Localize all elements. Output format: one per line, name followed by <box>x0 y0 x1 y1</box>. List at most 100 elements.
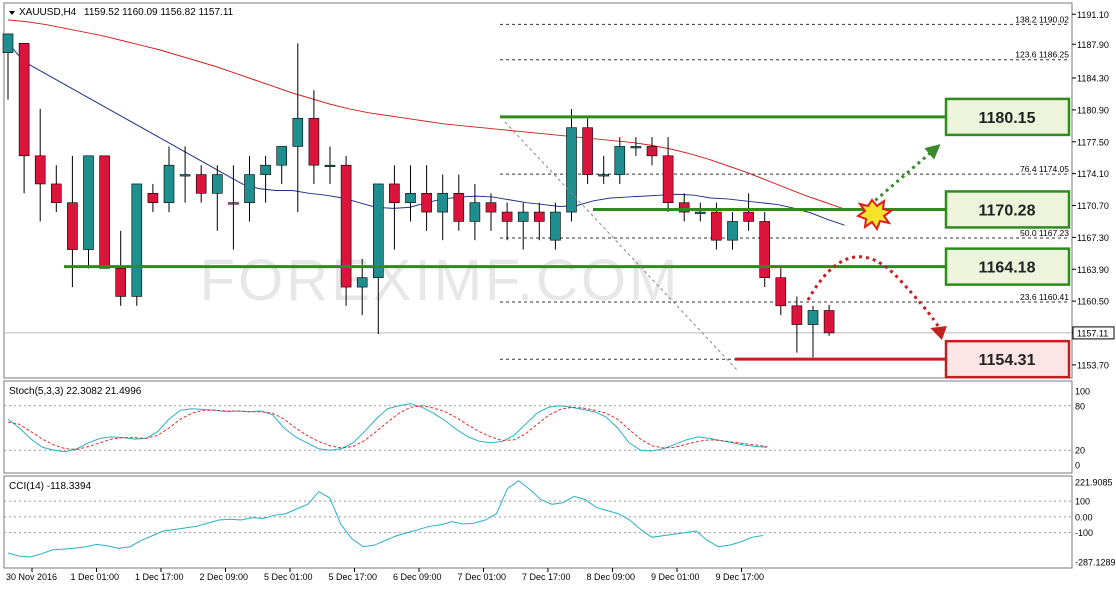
stoch-panel-frame <box>3 380 1073 474</box>
candle-body <box>244 174 255 203</box>
candle-body <box>614 146 626 175</box>
x-tick-label: 7 Dec 01:00 <box>458 572 507 582</box>
fib-level-label: 76.4 1174.05 <box>1020 164 1069 174</box>
x-tick-label: 5 Dec 17:00 <box>329 572 378 582</box>
candle-body <box>437 193 449 213</box>
stoch-tick-label: 100 <box>1075 387 1090 397</box>
candle-body <box>727 221 738 241</box>
candle-body <box>791 305 803 325</box>
candle-body <box>260 164 271 175</box>
candle-body <box>115 268 126 297</box>
candle-body <box>823 310 835 334</box>
candle-body <box>743 211 754 222</box>
candle-body <box>807 310 819 325</box>
candle <box>131 183 143 306</box>
candle-body <box>630 146 642 149</box>
x-tick-label: 8 Dec 09:00 <box>587 572 636 582</box>
candle-body <box>163 164 175 203</box>
x-tick-label: 7 Dec 17:00 <box>522 572 571 582</box>
price-tick-label: 1160.50 <box>1077 297 1109 307</box>
level-value: 1180.15 <box>979 110 1036 127</box>
x-tick-label: 2 Dec 09:00 <box>200 572 249 582</box>
candle-body <box>566 127 577 213</box>
price-tick-label: 1153.70 <box>1077 360 1109 370</box>
stoch-tick-label: 20 <box>1075 446 1085 456</box>
candle-body <box>517 211 529 222</box>
watermark-text: FOREXIMF.COM <box>200 248 681 313</box>
candle-body <box>501 211 513 222</box>
candle-body <box>775 277 787 307</box>
candle-body <box>421 193 432 213</box>
price-tick-label: 1184.30 <box>1077 74 1109 84</box>
x-tick-label: 30 Nov 2016 <box>6 572 57 582</box>
trading-chart: FOREXIMF.COM 138.2 1190.02 123.6 1186.25 7… <box>0 0 1116 588</box>
candle-body <box>453 193 465 222</box>
chart-header: XAUUSD,H4 1159.52 1160.09 1156.82 1157.1… <box>9 7 234 18</box>
ohlc-label: 1159.52 1160.09 1156.82 1157.11 <box>84 7 234 18</box>
candle-body <box>582 127 593 175</box>
cci-title: CCI(14) -118.3394 <box>9 481 92 492</box>
candle <box>582 118 593 184</box>
price-tick-label: 1187.90 <box>1077 40 1109 50</box>
price-tick-label: 1163.90 <box>1077 265 1109 275</box>
candle-body <box>2 33 14 53</box>
candle-body <box>550 211 561 241</box>
x-tick-label: 6 Dec 09:00 <box>393 572 442 582</box>
candle-body <box>212 174 223 194</box>
chart-canvas: FOREXIMF.COM 138.2 1190.02 123.6 1186.25 7… <box>2 2 1116 582</box>
price-tick-label: 1177.50 <box>1077 137 1109 147</box>
candle-body <box>147 193 159 203</box>
candle <box>99 155 110 269</box>
candle-body <box>228 202 239 205</box>
fib-level-label: 23.6 1160.41 <box>1020 292 1069 302</box>
cci-tick-label: 221.9085 <box>1075 478 1113 488</box>
candle-body <box>485 202 497 213</box>
candle <box>759 212 771 288</box>
candle-body <box>646 146 658 157</box>
price-tick-label: 1180.90 <box>1077 105 1109 115</box>
level-value: 1154.31 <box>979 352 1036 369</box>
candle-body <box>67 202 78 250</box>
candle <box>340 155 352 306</box>
cci-tick-label: -287.1289 <box>1075 558 1116 568</box>
candle-body <box>292 118 304 147</box>
price-tick-label: 1191.10 <box>1077 10 1109 20</box>
symbol-label: XAUUSD,H4 <box>19 7 77 18</box>
x-tick-label: 1 Dec 17:00 <box>135 572 184 582</box>
candle-body <box>179 174 191 177</box>
candle-body <box>372 183 384 278</box>
watermark-layer: FOREXIMF.COM <box>200 248 681 313</box>
cci-tick-label: 100 <box>1075 497 1090 507</box>
candle-body <box>308 118 320 166</box>
fib-level-label: 138.2 1190.02 <box>1015 14 1069 24</box>
candle-body <box>131 183 143 297</box>
candle-body <box>50 183 62 203</box>
candle-body <box>711 211 722 241</box>
candle-body <box>83 155 94 250</box>
cci-tick-label: -100 <box>1075 528 1093 538</box>
stoch-tick-label: 80 <box>1075 401 1085 411</box>
price-tick-label: 1174.10 <box>1077 169 1109 179</box>
candle-body <box>99 155 110 269</box>
fib-level-label: 123.6 1186.25 <box>1015 50 1069 60</box>
stoch-tick-label: 0 <box>1075 461 1080 471</box>
stoch-title: Stoch(5,3,3) 22.3082 21.4996 <box>9 386 142 397</box>
candle-body <box>759 221 771 278</box>
candle-body <box>389 183 400 203</box>
x-tick-label: 9 Dec 17:00 <box>716 572 765 582</box>
candle-body <box>405 193 416 203</box>
level-value: 1164.18 <box>979 260 1036 277</box>
x-tick-label: 5 Dec 01:00 <box>264 572 313 582</box>
candle-body <box>34 155 46 185</box>
candle-body <box>469 202 481 222</box>
candle-body <box>18 43 30 157</box>
candle-body <box>694 211 706 214</box>
cci-tick-label: 0.00 <box>1075 512 1093 522</box>
price-tick-label: 1167.30 <box>1077 233 1109 243</box>
level-value: 1170.28 <box>979 202 1036 219</box>
cci-panel-frame <box>3 475 1073 569</box>
candle-body <box>195 174 207 194</box>
x-tick-label: 1 Dec 01:00 <box>71 572 120 582</box>
candle-body <box>662 155 674 203</box>
candle-body <box>356 277 368 288</box>
